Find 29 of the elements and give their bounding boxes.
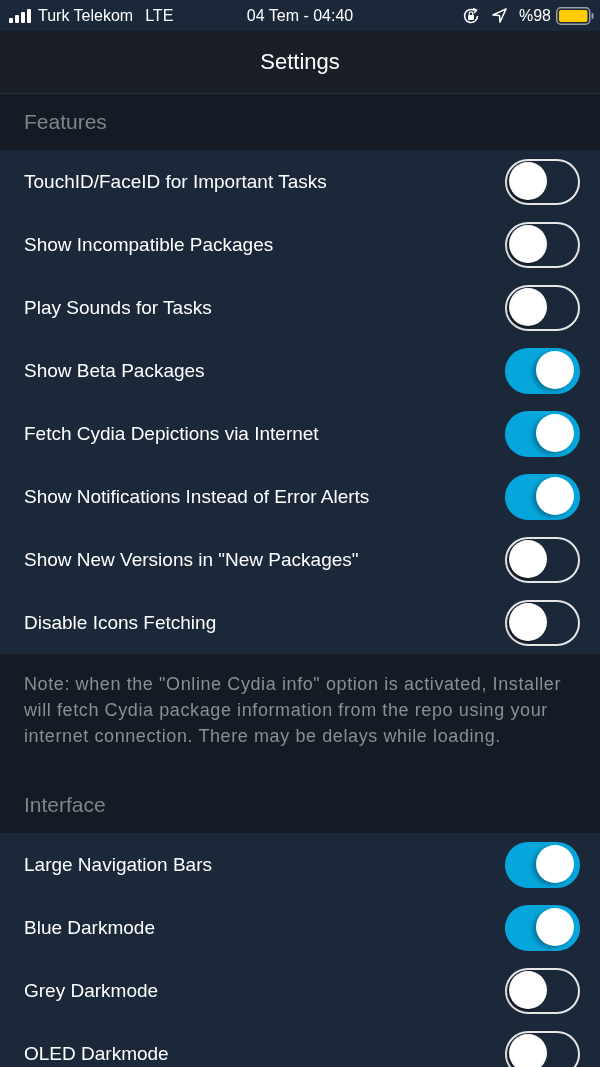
setting-label: Show Beta Packages bbox=[24, 359, 205, 382]
section-title: Features bbox=[24, 110, 107, 134]
section-title: Interface bbox=[24, 793, 106, 817]
toggle-switch[interactable] bbox=[505, 473, 580, 520]
setting-label: Blue Darkmode bbox=[24, 916, 155, 939]
status-time: 04 Tem - 04:40 bbox=[246, 6, 354, 25]
setting-label: Show Incompatible Packages bbox=[24, 233, 274, 256]
signal-bars-icon bbox=[9, 8, 32, 23]
toggle-switch[interactable] bbox=[505, 841, 580, 888]
setting-label: Large Navigation Bars bbox=[24, 853, 212, 876]
orientation-lock-icon bbox=[461, 6, 480, 25]
setting-label: TouchID/FaceID for Important Tasks bbox=[24, 170, 327, 193]
toggle-switch[interactable] bbox=[505, 347, 580, 394]
network-type: LTE bbox=[145, 6, 174, 25]
setting-label: Show New Versions in "New Packages" bbox=[24, 548, 359, 571]
location-arrow-icon bbox=[491, 8, 507, 23]
section-footer-note: Note: when the "Online Cydia info" option is activated, Installer will fetch Cydia package information from the repo using your internet connection. There may be delays while loading. bbox=[24, 673, 563, 748]
battery-percentage: %98 bbox=[518, 6, 551, 25]
battery-icon bbox=[556, 6, 594, 25]
setting-label: Grey Darkmode bbox=[24, 979, 159, 1002]
toggle-switch[interactable] bbox=[505, 410, 580, 457]
navigation-title: Settings bbox=[260, 49, 340, 75]
toggle-switch[interactable] bbox=[505, 904, 580, 951]
setting-label: Disable Icons Fetching bbox=[24, 611, 217, 634]
setting-label: Show Notifications Instead of Error Alerts bbox=[24, 485, 370, 508]
carrier-name: Turk Telekom bbox=[38, 6, 134, 25]
setting-label: Fetch Cydia Depictions via Internet bbox=[24, 422, 319, 445]
setting-label: Play Sounds for Tasks bbox=[24, 296, 212, 319]
setting-label: OLED Darkmode bbox=[24, 1042, 169, 1065]
